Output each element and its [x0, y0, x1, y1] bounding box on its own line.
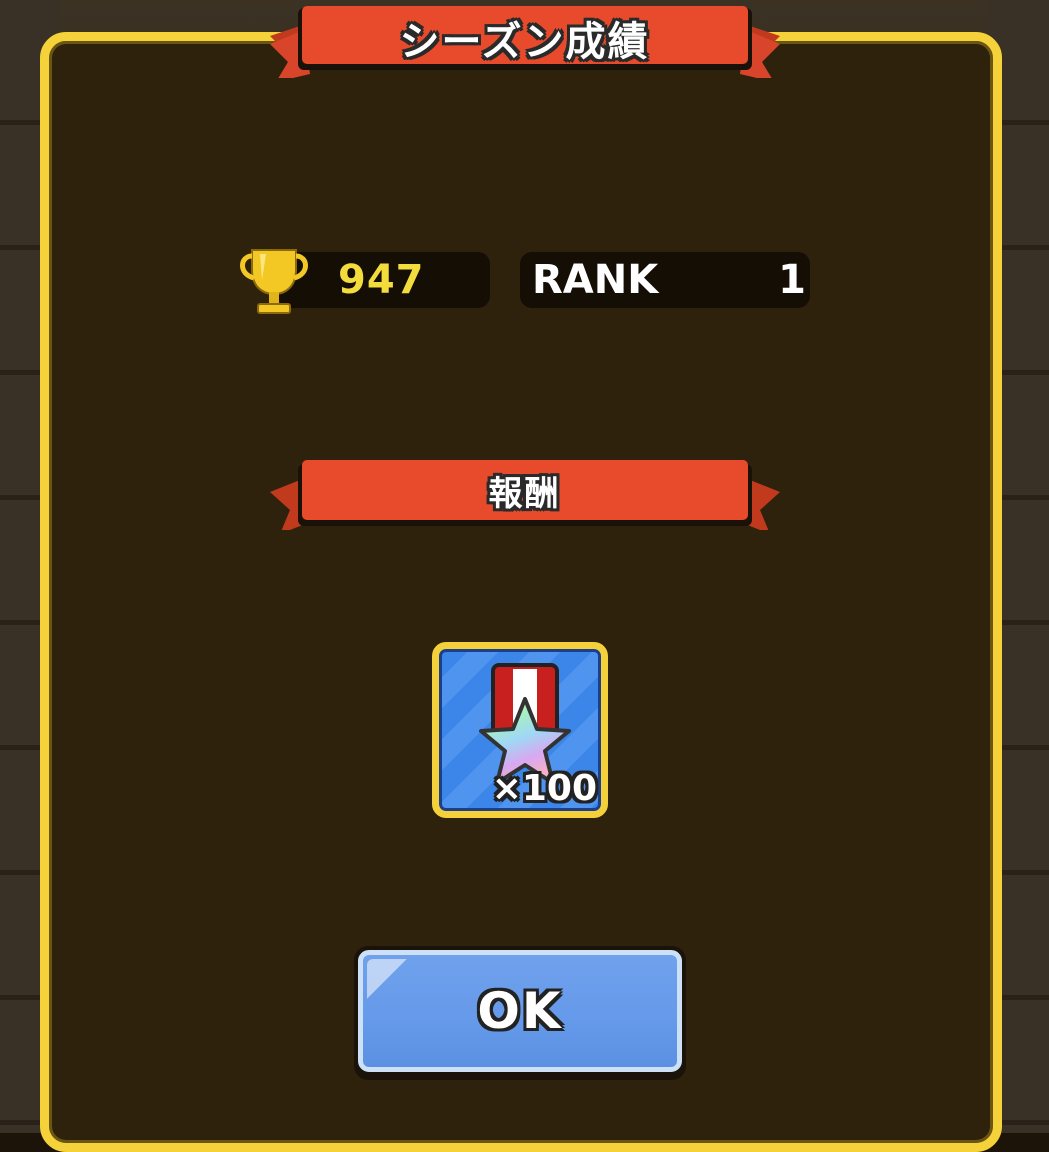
rank-label: RANK [532, 257, 659, 303]
button-shine [367, 959, 407, 999]
ok-button[interactable]: OK [354, 946, 686, 1080]
reward-item[interactable]: ×100 [432, 642, 608, 818]
ok-button-label: OK [477, 982, 563, 1040]
rank-value: 1 [778, 257, 806, 303]
reward-quantity: ×100 [491, 768, 597, 809]
title-ribbon: シーズン成績 [269, 4, 780, 78]
page-title: シーズン成績 [399, 19, 650, 65]
ok-button-face[interactable]: OK [358, 950, 682, 1072]
reward-heading: 報酬 [488, 473, 561, 514]
trophy-icon [240, 249, 308, 314]
season-score: 947 [338, 257, 425, 303]
reward-ribbon: 報酬 [269, 456, 780, 530]
